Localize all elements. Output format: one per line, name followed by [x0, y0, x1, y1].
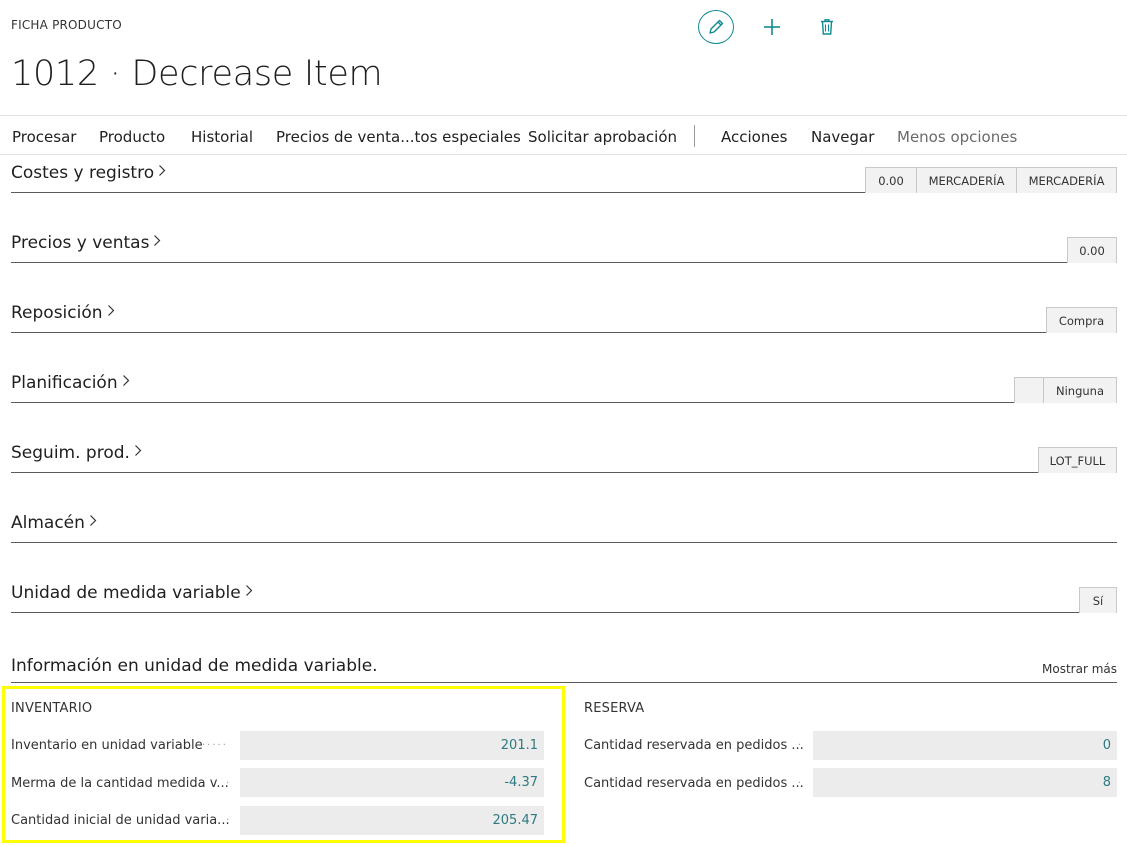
- menu-acciones[interactable]: Acciones: [721, 128, 787, 146]
- promoted-value: 0.00: [865, 167, 917, 193]
- menu-solicitar-aprobacion[interactable]: Solicitar aprobación: [528, 128, 677, 146]
- promoted-value: LOT_FULL: [1038, 447, 1117, 473]
- promoted-value-empty: [1014, 377, 1044, 403]
- edit-button[interactable]: [698, 10, 734, 44]
- less-options-button[interactable]: Menos opciones: [897, 128, 1017, 146]
- promoted-fields: Sí: [1079, 587, 1117, 613]
- menu-navegar[interactable]: Navegar: [811, 128, 874, 146]
- trash-icon: [821, 19, 833, 35]
- section-divider: [11, 682, 1117, 683]
- field-value-reservada-1[interactable]: 0: [813, 731, 1117, 760]
- group-title-reserva: RESERVA: [584, 701, 645, 716]
- fasttab-precios[interactable]: Precios y ventas 0.00: [11, 232, 1117, 263]
- menu-precios-venta[interactable]: Precios de venta...tos especiales: [276, 128, 521, 146]
- pencil-icon: [709, 19, 724, 34]
- page-caption: FICHA PRODUCTO: [11, 18, 122, 32]
- page-title: 1012 · Decrease Item: [11, 54, 383, 94]
- section-title: Información en unidad de medida variable…: [11, 656, 378, 676]
- chevron-right-icon: [134, 445, 142, 456]
- promoted-value: Sí: [1079, 587, 1117, 613]
- menu-historial[interactable]: Historial: [191, 128, 253, 146]
- fasttab-reposicion[interactable]: Reposición Compra: [11, 302, 1117, 333]
- fasttab-label[interactable]: Precios y ventas: [11, 233, 161, 253]
- chevron-right-icon: [122, 375, 129, 386]
- chevron-right-icon: [245, 585, 253, 596]
- promoted-fields: LOT_FULL: [1038, 447, 1117, 473]
- fasttab-label[interactable]: Unidad de medida variable: [11, 583, 253, 603]
- chevron-right-icon: [89, 515, 97, 526]
- promoted-value: 0.00: [1067, 237, 1117, 263]
- fasttab-planificacion[interactable]: Planificación Ninguna: [11, 372, 1117, 403]
- promoted-value: Ninguna: [1043, 377, 1117, 403]
- new-button[interactable]: [754, 10, 790, 44]
- leader-dots: ·: [798, 740, 804, 751]
- promoted-fields: Ninguna: [1014, 377, 1117, 403]
- field-value-reservada-2[interactable]: 8: [813, 768, 1117, 797]
- promoted-fields: 0.00 MERCADERÍA MERCADERÍA: [865, 167, 1117, 193]
- highlight-box: [2, 686, 565, 843]
- chevron-right-icon: [159, 165, 166, 176]
- fasttab-almacen[interactable]: Almacén: [11, 512, 1117, 543]
- promoted-value: MERCADERÍA: [916, 167, 1017, 193]
- action-bar: Procesar Producto Historial Precios de v…: [0, 115, 1127, 155]
- fasttab-seguim-prod[interactable]: Seguim. prod. LOT_FULL: [11, 442, 1117, 473]
- promoted-fields: Compra: [1046, 307, 1117, 333]
- plus-icon: [764, 19, 780, 35]
- fasttab-label[interactable]: Costes y registro: [11, 163, 166, 183]
- fasttab-label[interactable]: Almacén: [11, 513, 97, 533]
- menu-producto[interactable]: Producto: [99, 128, 165, 146]
- fasttab-label[interactable]: Planificación: [11, 373, 130, 393]
- promoted-value: MERCADERÍA: [1016, 167, 1117, 193]
- promoted-fields: 0.00: [1067, 237, 1117, 263]
- field-label: Cantidad reservada en pedidos ...: [584, 738, 804, 753]
- field-label: Cantidad reservada en pedidos ...: [584, 776, 804, 791]
- fasttab-costes[interactable]: Costes y registro 0.00 MERCADERÍA MERCAD…: [11, 162, 1117, 193]
- leader-dots: ·: [798, 778, 804, 789]
- fasttab-label[interactable]: Seguim. prod.: [11, 443, 142, 463]
- fasttab-unidad-medida-variable[interactable]: Unidad de medida variable Sí: [11, 582, 1117, 613]
- show-more-link[interactable]: Mostrar más: [1042, 662, 1117, 676]
- menu-procesar[interactable]: Procesar: [12, 128, 76, 146]
- chevron-right-icon: [154, 235, 161, 246]
- promoted-value: Compra: [1046, 307, 1117, 333]
- fasttab-label[interactable]: Reposición: [11, 303, 115, 323]
- delete-button[interactable]: [809, 10, 845, 44]
- action-separator: [694, 125, 695, 147]
- chevron-right-icon: [107, 305, 114, 316]
